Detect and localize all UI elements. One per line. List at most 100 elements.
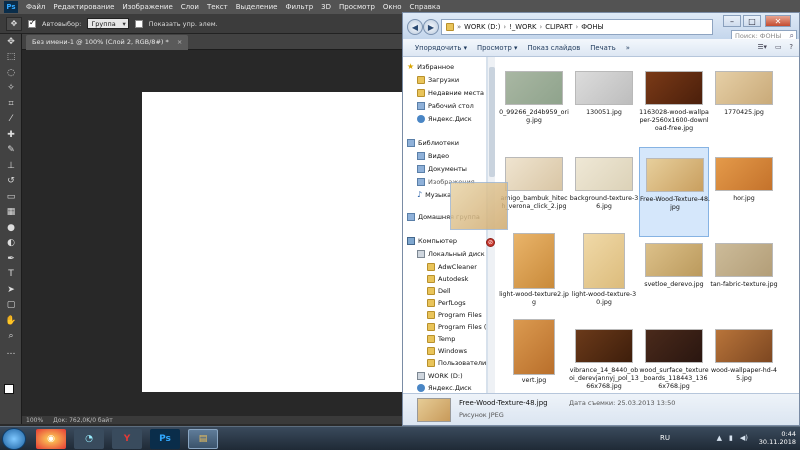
menu-text[interactable]: Текст xyxy=(203,3,232,11)
more-button[interactable]: » xyxy=(626,44,630,52)
explorer-icon[interactable]: ▤ xyxy=(188,429,218,449)
ps-canvas[interactable] xyxy=(142,92,402,392)
nav-folder[interactable]: Autodesk xyxy=(427,273,468,285)
show-controls-checkbox[interactable] xyxy=(134,19,143,28)
rectangle-icon[interactable]: ▢ xyxy=(0,298,22,314)
tray-up-icon[interactable]: ▲ xyxy=(717,434,722,442)
menu-image[interactable]: Изображение xyxy=(118,3,176,11)
eraser-icon[interactable]: ▭ xyxy=(0,189,22,205)
brush-icon[interactable]: ✎ xyxy=(0,143,22,159)
file-item[interactable]: 1770425.jpg xyxy=(709,61,779,151)
file-item[interactable]: 130051.jpg xyxy=(569,61,639,151)
nav-folder[interactable]: PerfLogs xyxy=(427,297,466,309)
preview-button[interactable]: Просмотр ▾ xyxy=(477,44,517,52)
nav-folder[interactable]: Пользователи xyxy=(427,357,486,369)
nav-folder[interactable]: Windows xyxy=(427,345,467,357)
back-icon[interactable]: ◀ xyxy=(407,19,423,35)
menu-select[interactable]: Выделение xyxy=(232,3,282,11)
nav-music[interactable]: ♪ Музыка xyxy=(417,189,451,201)
nav-folder[interactable]: Temp xyxy=(427,333,455,345)
menu-view[interactable]: Просмотр xyxy=(335,3,379,11)
nav-computer[interactable]: Компьютер xyxy=(407,235,457,247)
forward-icon[interactable]: ▶ xyxy=(423,19,439,35)
menu-edit[interactable]: Редактирование xyxy=(49,3,118,11)
file-item[interactable]: light-wood-texture2.jpg xyxy=(499,233,569,323)
breadcrumb-fony[interactable]: ФОНЫ xyxy=(581,23,603,31)
language-indicator[interactable]: RU xyxy=(660,434,670,442)
menu-layers[interactable]: Слои xyxy=(177,3,203,11)
network-icon[interactable]: ▮ xyxy=(729,434,733,442)
more-tools-icon[interactable]: … xyxy=(0,344,22,360)
nav-folder[interactable]: Program Files ( xyxy=(427,321,486,333)
marquee-icon[interactable]: ⬚ xyxy=(0,50,22,66)
foreground-color-swatch[interactable] xyxy=(4,384,14,394)
organize-button[interactable]: Упорядочить ▾ xyxy=(415,44,467,52)
media-player-icon[interactable]: ◔ xyxy=(74,429,104,449)
doc-tab[interactable]: Без имени-1 @ 100% (Слой 2, RGB/8#) * × xyxy=(26,35,189,50)
breadcrumb-work-folder[interactable]: !_WORK xyxy=(509,23,536,31)
nav-documents[interactable]: Документы xyxy=(417,163,467,175)
magic-wand-icon[interactable]: ✧ xyxy=(0,81,22,97)
menu-help[interactable]: Справка xyxy=(406,3,445,11)
nav-libraries[interactable]: Библиотеки xyxy=(407,137,459,149)
file-item[interactable]: amigo_bambuk_hitech_verona_click_2.jpg xyxy=(499,147,569,237)
autoselect-checkbox[interactable] xyxy=(28,18,36,28)
breadcrumb-clipart[interactable]: CLIPART xyxy=(545,23,572,31)
nav-desktop[interactable]: Рабочий стол xyxy=(417,100,474,112)
nav-favorites[interactable]: ★ Избранное xyxy=(407,61,454,73)
maximize-button[interactable]: □ xyxy=(743,15,761,27)
nav-folder[interactable]: AdwCleaner xyxy=(427,261,477,273)
nav-downloads[interactable]: Загрузки xyxy=(417,74,459,86)
lasso-icon[interactable]: ◌ xyxy=(0,65,22,81)
gradient-icon[interactable]: ▦ xyxy=(0,205,22,221)
path-select-icon[interactable]: ➤ xyxy=(0,282,22,298)
file-item[interactable]: 1163028-wood-wallpaper-2560x1600-downloa… xyxy=(639,61,709,151)
preview-pane-icon[interactable]: ▭ xyxy=(775,43,781,51)
crop-icon[interactable]: ⌗ xyxy=(0,96,22,112)
blur-icon[interactable]: ● xyxy=(0,220,22,236)
nav-work-drive[interactable]: WORK (D:) xyxy=(417,370,463,382)
address-bar[interactable]: » WORK (D:) › !_WORK › CLIPART › ФОНЫ xyxy=(441,19,713,35)
history-brush-icon[interactable]: ↺ xyxy=(0,174,22,190)
stamp-icon[interactable]: ⊥ xyxy=(0,158,22,174)
menu-window[interactable]: Окно xyxy=(379,3,406,11)
nav-folder[interactable]: Dell xyxy=(427,285,451,297)
move-icon[interactable]: ✥ xyxy=(0,34,22,50)
pen-icon[interactable]: ✒ xyxy=(0,251,22,267)
slideshow-button[interactable]: Показ слайдов xyxy=(527,44,580,52)
clock[interactable]: 0:44 30.11.2018 xyxy=(759,430,796,446)
file-item[interactable]: svetloe_derevo.jpg xyxy=(639,233,709,323)
view-options-icon[interactable]: ☰▾ xyxy=(757,43,767,51)
nav-local-disk[interactable]: Локальный диск xyxy=(417,248,485,260)
volume-icon[interactable]: ◀) xyxy=(740,434,748,442)
menu-filter[interactable]: Фильтр xyxy=(281,3,317,11)
healing-icon[interactable]: ✚ xyxy=(0,127,22,143)
eyedropper-icon[interactable]: ⁄ xyxy=(0,112,22,128)
dodge-icon[interactable]: ◐ xyxy=(0,236,22,252)
menu-file[interactable]: Файл xyxy=(22,3,49,11)
file-item[interactable]: 0_99266_2d4b959_orig.jpg xyxy=(499,61,569,151)
nav-folder[interactable]: Program Files xyxy=(427,309,482,321)
menu-3d[interactable]: 3D xyxy=(317,3,335,11)
file-item[interactable]: light-wood-texture-30.jpg xyxy=(569,233,639,323)
yandex-browser-icon[interactable]: Y xyxy=(112,429,142,449)
print-button[interactable]: Печать xyxy=(590,44,615,52)
doc-tab-close-icon[interactable]: × xyxy=(177,38,182,46)
chrome-icon[interactable]: ◉ xyxy=(36,429,66,449)
nav-recent[interactable]: Недавние места xyxy=(417,87,484,99)
breadcrumb-work[interactable]: WORK (D:) xyxy=(464,23,500,31)
file-item[interactable]: Free-Wood-Texture-48.jpg xyxy=(639,147,710,237)
photoshop-icon[interactable]: Ps xyxy=(150,429,180,449)
nav-video[interactable]: Видео xyxy=(417,150,449,162)
type-icon[interactable]: T xyxy=(0,267,22,283)
minimize-button[interactable]: – xyxy=(723,15,741,27)
hand-icon[interactable]: ✋ xyxy=(0,313,22,329)
nav-yandex-disk[interactable]: Яндекс.Диск xyxy=(417,113,472,125)
nav-yandex-disk-2[interactable]: Яндекс.Диск xyxy=(417,382,472,393)
move-tool-icon[interactable]: ✥ xyxy=(6,16,22,31)
autoselect-dropdown[interactable]: Группа xyxy=(87,18,129,29)
file-item[interactable]: background-texture-36.jpg xyxy=(569,147,639,237)
close-button[interactable]: ✕ xyxy=(765,15,791,27)
file-item[interactable]: tan-fabric-texture.jpg xyxy=(709,233,779,323)
help-icon[interactable]: ? xyxy=(789,43,793,51)
